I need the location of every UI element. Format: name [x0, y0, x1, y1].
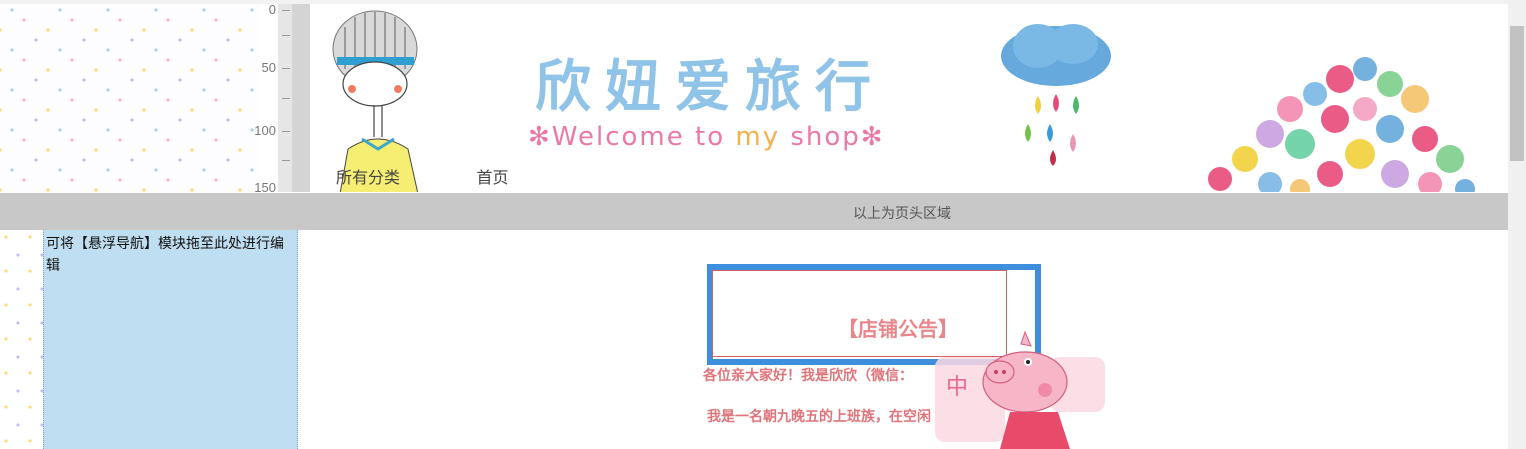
ruler-mark: 50	[261, 60, 276, 75]
peppa-pig-sticker-icon: 中	[935, 330, 1105, 449]
notice-text-line: 我是一名朝九晚五的上班族，在空闲	[707, 409, 931, 425]
ruler-track	[292, 0, 310, 192]
header-area-label: 以上为页头区域	[853, 205, 951, 221]
header-area-divider: 以上为页头区域	[0, 193, 1508, 230]
nav-item-all-categories[interactable]: 所有分类	[336, 170, 400, 187]
ruler-mark: 0	[268, 2, 276, 17]
scrollbar-thumb[interactable]	[1510, 26, 1524, 161]
header-banner: 欣妞爱旅行 ✻Welcome to my shop✻ 所有分类 首页	[310, 4, 1508, 192]
svg-text:中: 中	[946, 375, 968, 400]
shop-subtitle: ✻Welcome to my shop✻	[528, 122, 885, 152]
ruler-mark: 100	[254, 123, 276, 138]
nav-item-home[interactable]: 首页	[476, 170, 508, 187]
notice-text-line: 各位亲大家好！我是欣欣（微信：	[703, 368, 913, 384]
shop-title: 欣妞爱旅行	[535, 55, 885, 120]
float-nav-placeholder[interactable]: 可将【悬浮导航】模块拖至此处进行编辑	[43, 230, 298, 449]
rain-cloud-illustration-icon	[1001, 24, 1111, 166]
left-background-pattern-lower	[0, 230, 43, 449]
colorful-dots-tree-icon	[1208, 57, 1475, 192]
vertical-ruler: 0 50 100 150	[240, 0, 292, 195]
shop-nav: 所有分类 首页	[336, 164, 580, 188]
